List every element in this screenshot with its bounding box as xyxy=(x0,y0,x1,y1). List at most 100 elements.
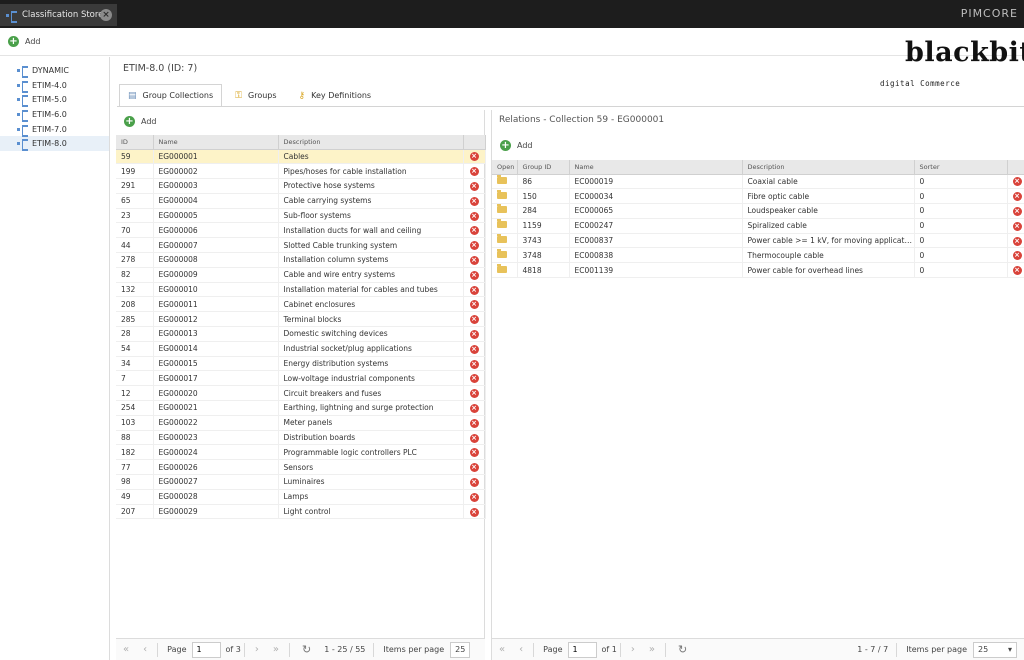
prev-page-icon[interactable]: ‹ xyxy=(519,644,523,655)
delete-icon[interactable]: × xyxy=(469,181,479,191)
tree-item-etim-4[interactable]: ETIM-4.0 xyxy=(0,78,109,93)
next-page-icon[interactable]: › xyxy=(631,644,635,655)
table-row[interactable]: 254 EG000021 Earthing, lightning and surge… xyxy=(116,400,486,416)
folder-open-icon[interactable] xyxy=(497,189,507,199)
table-row[interactable]: 34 EG000015 Energy distribution systems × xyxy=(116,356,486,372)
refresh-icon[interactable]: ↻ xyxy=(302,643,311,656)
folder-open-icon[interactable] xyxy=(497,263,507,273)
table-row[interactable]: 44 EG000007 Slotted Cable trunking system × xyxy=(116,237,486,254)
table-row[interactable]: 82 EG000009 Cable and wire entry systems × xyxy=(116,267,486,283)
table-row[interactable]: 285 EG000012 Terminal blocks × xyxy=(116,311,486,328)
add-collection-button[interactable]: + Add xyxy=(124,116,157,127)
delete-icon[interactable]: × xyxy=(1012,177,1022,187)
table-row[interactable]: 278 EG000008 Installation column systems × xyxy=(116,252,486,268)
delete-icon[interactable]: × xyxy=(469,433,479,443)
add-relation-button[interactable]: + Add xyxy=(500,140,533,151)
close-icon[interactable]: × xyxy=(100,9,112,21)
table-row[interactable]: 103 EG000022 Meter panels × xyxy=(116,415,486,431)
table-row[interactable]: 54 EG000014 Industrial socket/plug applica… xyxy=(116,341,486,357)
table-row[interactable]: 284 EC000065 Loudspeaker cable 0 × xyxy=(492,203,1024,219)
table-row[interactable]: 208 EG000011 Cabinet enclosures × xyxy=(116,296,486,313)
app-tab-classification-store[interactable]: Classification Store × xyxy=(0,4,117,26)
delete-icon[interactable]: × xyxy=(469,196,479,206)
table-row[interactable]: 98 EG000027 Luminaires × xyxy=(116,474,486,490)
delete-icon[interactable]: × xyxy=(469,329,479,339)
table-row[interactable]: 12 EG000020 Circuit breakers and fuses × xyxy=(116,385,486,402)
table-row[interactable]: 59 EG000001 Cables × xyxy=(116,149,486,165)
folder-open-icon[interactable] xyxy=(497,234,507,244)
delete-icon[interactable]: × xyxy=(469,389,479,399)
delete-icon[interactable]: × xyxy=(469,270,479,280)
folder-open-icon[interactable] xyxy=(497,174,507,184)
table-row[interactable]: 23 EG000005 Sub-floor systems × xyxy=(116,208,486,224)
delete-icon[interactable]: × xyxy=(469,448,479,458)
column-header-sorter[interactable]: Sorter xyxy=(914,160,1008,175)
delete-icon[interactable]: × xyxy=(469,477,479,487)
column-header-open[interactable]: Open xyxy=(492,160,518,175)
refresh-icon[interactable]: ↻ xyxy=(678,643,687,656)
column-header-name[interactable]: Name xyxy=(153,135,279,150)
tree-item-dynamic[interactable]: DYNAMIC xyxy=(0,63,109,78)
folder-open-icon[interactable] xyxy=(497,248,507,258)
table-row[interactable]: 182 EG000024 Programmable logic controller… xyxy=(116,444,486,461)
table-row[interactable]: 28 EG000013 Domestic switching devices × xyxy=(116,326,486,342)
tree-item-etim-5[interactable]: ETIM-5.0 xyxy=(0,92,109,108)
delete-icon[interactable]: × xyxy=(1012,251,1022,261)
delete-icon[interactable]: × xyxy=(469,418,479,428)
column-header-group-id[interactable]: Group ID xyxy=(517,160,570,175)
table-row[interactable]: 3743 EC000837 Power cable >= 1 kV, for mov… xyxy=(492,233,1024,249)
table-row[interactable]: 1159 EC000247 Spiralized cable 0 × xyxy=(492,218,1024,234)
delete-icon[interactable]: × xyxy=(469,492,479,502)
add-store-button[interactable]: + Add xyxy=(8,36,41,47)
delete-icon[interactable]: × xyxy=(469,226,479,236)
delete-icon[interactable]: × xyxy=(469,403,479,413)
delete-icon[interactable]: × xyxy=(469,167,479,177)
prev-page-icon[interactable]: ‹ xyxy=(143,644,147,655)
page-input[interactable] xyxy=(191,641,221,658)
delete-icon[interactable]: × xyxy=(469,344,479,354)
column-header-description[interactable]: Description xyxy=(278,135,464,150)
next-page-icon[interactable]: › xyxy=(255,644,259,655)
table-row[interactable]: 86 EC000019 Coaxial cable 0 × xyxy=(492,174,1024,190)
delete-icon[interactable]: × xyxy=(469,463,479,473)
delete-icon[interactable]: × xyxy=(469,241,479,251)
delete-icon[interactable]: × xyxy=(469,374,479,384)
tree-item-etim-6[interactable]: ETIM-6.0 xyxy=(0,107,109,122)
tab-key-definitions[interactable]: ⚷ Key Definitions xyxy=(290,84,381,106)
items-per-page-select[interactable]: 25 ▾ xyxy=(973,641,1017,658)
table-row[interactable]: 65 EG000004 Cable carrying systems × xyxy=(116,193,486,209)
folder-open-icon[interactable] xyxy=(497,219,507,229)
table-row[interactable]: 7 EG000017 Low-voltage industrial componen… xyxy=(116,370,486,387)
delete-icon[interactable]: × xyxy=(1012,221,1022,231)
table-row[interactable]: 291 EG000003 Protective hose systems × xyxy=(116,178,486,194)
delete-icon[interactable]: × xyxy=(469,359,479,369)
tree-item-etim-8[interactable]: ETIM-8.0 xyxy=(0,136,109,152)
column-header-description[interactable]: Description xyxy=(742,160,915,175)
table-row[interactable]: 207 EG000029 Light control × xyxy=(116,504,486,520)
table-row[interactable]: 49 EG000028 Lamps × xyxy=(116,489,486,505)
table-row[interactable]: 4818 EC001139 Power cable for overhead lin… xyxy=(492,262,1024,279)
first-page-icon[interactable]: « xyxy=(123,644,129,655)
page-input[interactable] xyxy=(567,641,597,658)
column-header-id[interactable]: ID xyxy=(116,135,154,150)
tree-item-etim-7[interactable]: ETIM-7.0 xyxy=(0,122,109,137)
delete-icon[interactable]: × xyxy=(469,300,479,310)
table-row[interactable]: 77 EG000026 Sensors × xyxy=(116,459,486,476)
delete-icon[interactable]: × xyxy=(469,315,479,325)
last-page-icon[interactable]: » xyxy=(273,644,279,655)
delete-icon[interactable]: × xyxy=(1012,206,1022,216)
delete-icon[interactable]: × xyxy=(1012,192,1022,202)
last-page-icon[interactable]: » xyxy=(649,644,655,655)
folder-open-icon[interactable] xyxy=(497,204,507,214)
delete-icon[interactable]: × xyxy=(469,255,479,265)
table-row[interactable]: 3748 EC000838 Thermocouple cable 0 × xyxy=(492,247,1024,264)
delete-icon[interactable]: × xyxy=(469,285,479,295)
table-row[interactable]: 199 EG000002 Pipes/hoses for cable install… xyxy=(116,163,486,180)
table-row[interactable]: 150 EC000034 Fibre optic cable 0 × xyxy=(492,188,1024,205)
delete-icon[interactable]: × xyxy=(469,152,479,162)
table-row[interactable]: 88 EG000023 Distribution boards × xyxy=(116,430,486,446)
first-page-icon[interactable]: « xyxy=(499,644,505,655)
items-per-page-select[interactable]: 25 xyxy=(450,641,471,658)
table-row[interactable]: 70 EG000006 Installation ducts for wall an… xyxy=(116,222,486,239)
tab-group-collections[interactable]: ▤ Group Collections xyxy=(119,84,223,106)
